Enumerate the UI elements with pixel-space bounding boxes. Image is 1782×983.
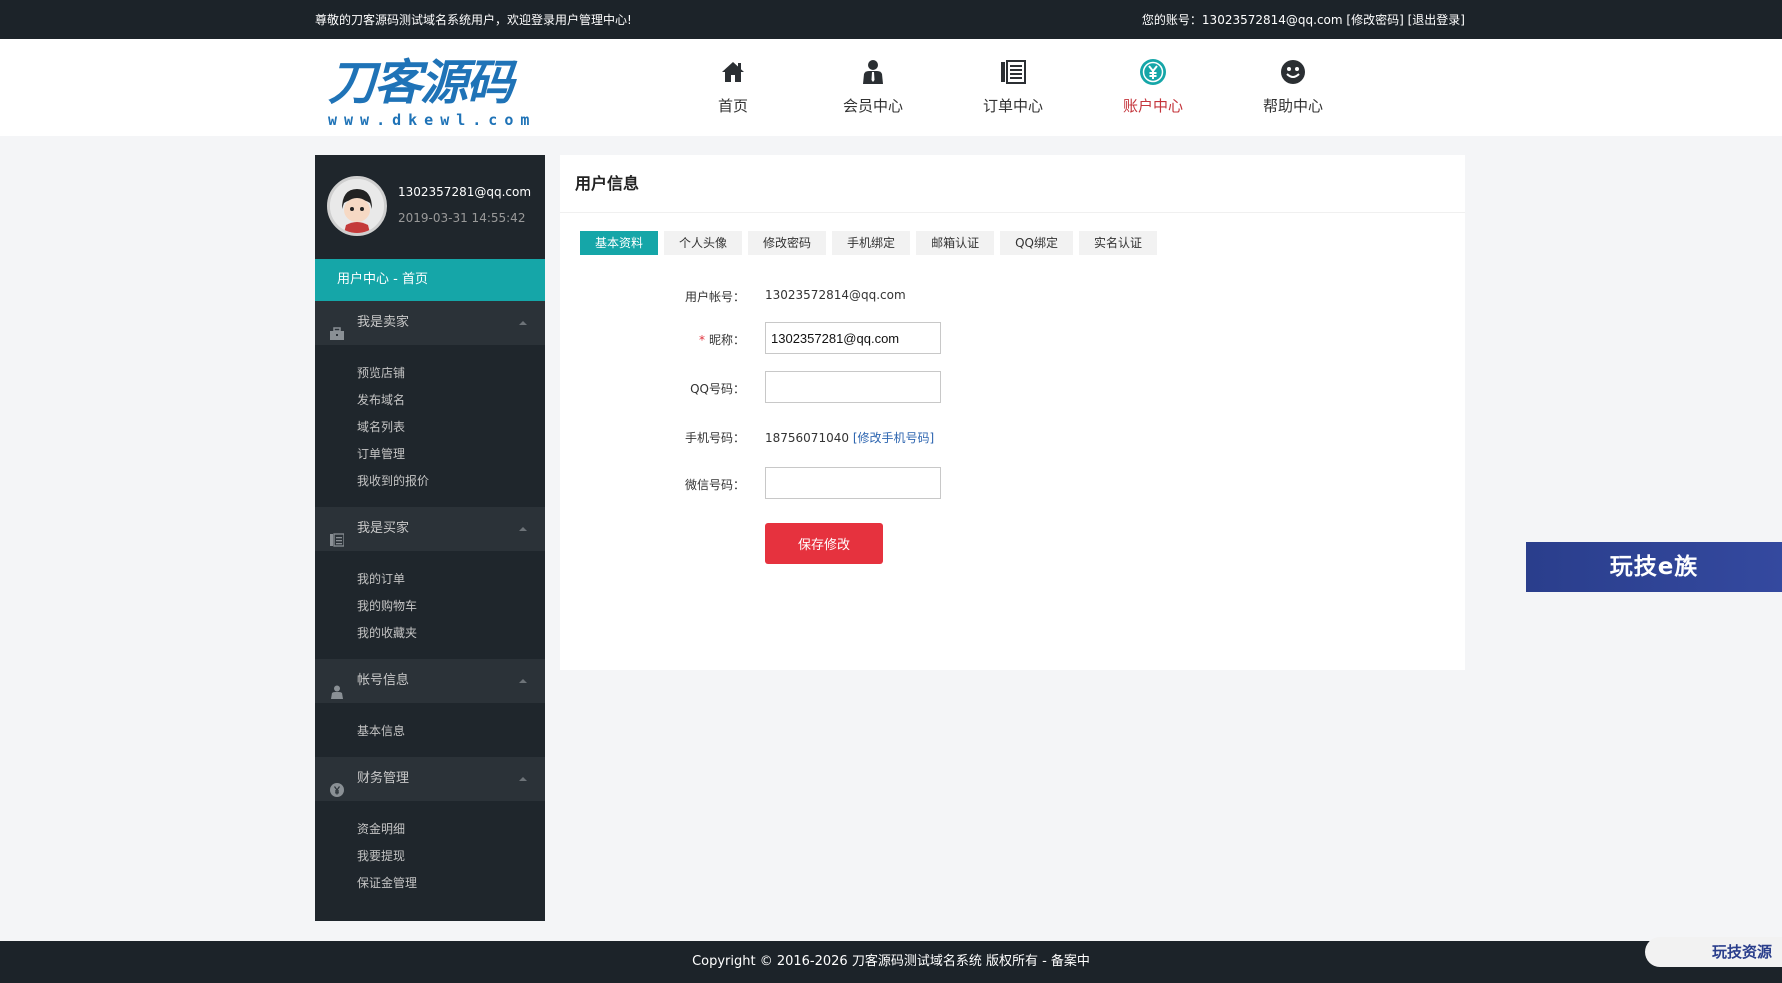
welcome-text: 尊敬的刀客源码测试域名系统用户，欢迎登录用户管理中心!: [315, 13, 632, 27]
yen-icon: [1083, 57, 1223, 87]
phone-value-wrap: 18756071040 [修改手机号码]: [765, 429, 934, 446]
tab-change-password[interactable]: 修改密码: [748, 231, 827, 255]
sidebar-group-finance[interactable]: 财务管理: [315, 757, 545, 801]
sidebar-group-account[interactable]: 帐号信息: [315, 659, 545, 703]
user-login-time: 2019-03-31 14:55:42: [398, 211, 526, 225]
caret-up-icon: [519, 527, 527, 531]
sidebar-group-finance-label: 财务管理: [357, 771, 410, 786]
sidebar-group-buyer-items: 我的订单 我的购物车 我的收藏夹: [315, 551, 545, 659]
account-email: 13023572814@qq.com: [1201, 13, 1343, 27]
nav-order-label: 订单中心: [982, 97, 1043, 115]
sidebar-item-fund-details[interactable]: 资金明细: [315, 816, 545, 843]
nickname-label: * 昵称：: [698, 333, 745, 347]
nickname-input[interactable]: [765, 322, 941, 354]
sidebar-group-seller[interactable]: 我是卖家: [315, 301, 545, 345]
account-prefix: 您的账号：: [1141, 13, 1202, 27]
sidebar-group-finance-items: 资金明细 我要提现 保证金管理: [315, 801, 545, 909]
account-value: 13023572814@qq.com: [765, 288, 906, 302]
user-icon: [330, 674, 344, 699]
sidebar-item-order-manage[interactable]: 订单管理: [315, 441, 545, 468]
user-card: 1302357281@qq.com 2019-03-31 14:55:42: [315, 155, 545, 259]
sidebar-item-publish-domain[interactable]: 发布域名: [315, 387, 545, 414]
main-nav: 首页 会员中心 订单中心 账户中心 帮助中心: [663, 57, 1363, 117]
sidebar: 1302357281@qq.com 2019-03-31 14:55:42 用户…: [315, 155, 545, 921]
corner-badge[interactable]: 玩技资源: [1645, 937, 1782, 967]
top-bar: 尊敬的刀客源码测试域名系统用户，欢迎登录用户管理中心! 您的账号：1302357…: [0, 0, 1782, 39]
briefcase-icon: [330, 316, 344, 340]
tab-basic-profile[interactable]: 基本资料: [580, 231, 659, 255]
change-password-link[interactable]: [修改密码]: [1346, 13, 1403, 27]
logo-sub-text: www.dkewl.com: [328, 111, 537, 129]
qq-label: QQ号码：: [690, 382, 745, 396]
avatar[interactable]: [327, 176, 387, 236]
logout-link[interactable]: [退出登录]: [1408, 13, 1465, 27]
wechat-input[interactable]: [765, 467, 941, 499]
user-name: 1302357281@qq.com: [398, 185, 532, 199]
sidebar-item-my-orders[interactable]: 我的订单: [315, 566, 545, 593]
site-logo[interactable]: 刀客源码 www.dkewl.com: [328, 57, 530, 135]
required-asterisk: *: [698, 333, 705, 347]
sidebar-group-buyer-label: 我是买家: [357, 521, 410, 536]
change-phone-link[interactable]: [修改手机号码]: [853, 431, 934, 445]
nav-help-label: 帮助中心: [1262, 97, 1323, 115]
sidebar-group-account-label: 帐号信息: [357, 673, 410, 688]
caret-up-icon: [519, 679, 527, 683]
member-icon: [803, 57, 943, 87]
save-button[interactable]: 保存修改: [765, 523, 883, 564]
tab-qq-binding[interactable]: QQ绑定: [1000, 231, 1073, 255]
smiley-icon: [1223, 57, 1363, 87]
nav-order[interactable]: 订单中心: [943, 57, 1083, 117]
sidebar-item-my-cart[interactable]: 我的购物车: [315, 593, 545, 620]
account-info: 您的账号：13023572814@qq.com [修改密码] [退出登录]: [1142, 11, 1465, 28]
user-center-home-link[interactable]: 用户中心 - 首页: [315, 259, 545, 301]
wechat-row: 微信号码：: [560, 467, 1465, 499]
floating-ad-banner[interactable]: 玩技e族: [1526, 542, 1782, 592]
sidebar-item-received-quotes[interactable]: 我收到的报价: [315, 468, 545, 495]
yen-icon: [330, 772, 344, 797]
qq-row: QQ号码：: [560, 371, 1465, 403]
wechat-label: 微信号码：: [684, 478, 745, 492]
nav-account[interactable]: 账户中心: [1083, 57, 1223, 117]
nickname-row: * 昵称：: [560, 322, 1465, 354]
sidebar-group-seller-items: 预览店铺 发布域名 域名列表 订单管理 我收到的报价: [315, 345, 545, 507]
sidebar-item-deposit-manage[interactable]: 保证金管理: [315, 870, 545, 897]
nav-help[interactable]: 帮助中心: [1223, 57, 1363, 117]
list-icon: [330, 522, 345, 547]
sidebar-item-domain-list[interactable]: 域名列表: [315, 414, 545, 441]
tab-phone-binding[interactable]: 手机绑定: [832, 231, 911, 255]
qq-input[interactable]: [765, 371, 941, 403]
nav-home-label: 首页: [717, 97, 748, 115]
sidebar-group-buyer[interactable]: 我是买家: [315, 507, 545, 551]
account-row: 用户帐号： 13023572814@qq.com: [560, 279, 1465, 311]
page-title: 用户信息: [560, 155, 1465, 213]
order-icon: [943, 57, 1083, 87]
nav-member[interactable]: 会员中心: [803, 57, 943, 117]
phone-value: 18756071040: [765, 431, 849, 445]
tab-avatar[interactable]: 个人头像: [664, 231, 743, 255]
nav-home[interactable]: 首页: [663, 57, 803, 117]
nav-member-label: 会员中心: [842, 97, 903, 115]
user-info-panel: 用户信息 基本资料 个人头像 修改密码 手机绑定 邮箱认证 QQ绑定 实名认证 …: [560, 155, 1465, 670]
header: 刀客源码 www.dkewl.com 首页 会员中心 订单中心 账户中心 帮助中…: [0, 39, 1782, 136]
phone-label: 手机号码：: [684, 431, 745, 445]
tab-realname-verify[interactable]: 实名认证: [1078, 231, 1157, 255]
phone-row: 手机号码： 18756071040 [修改手机号码]: [560, 420, 1465, 452]
nav-account-label: 账户中心: [1122, 97, 1183, 115]
home-icon: [663, 57, 803, 87]
info-tabs: 基本资料 个人头像 修改密码 手机绑定 邮箱认证 QQ绑定 实名认证: [580, 231, 1163, 255]
footer: Copyright © 2016-2026 刀客源码测试域名系统 版权所有 - …: [0, 941, 1782, 983]
sidebar-item-withdraw[interactable]: 我要提现: [315, 843, 545, 870]
caret-up-icon: [519, 777, 527, 781]
sidebar-group-account-items: 基本信息: [315, 703, 545, 757]
caret-up-icon: [519, 321, 527, 325]
sidebar-item-my-favorites[interactable]: 我的收藏夹: [315, 620, 545, 647]
sidebar-item-preview-shop[interactable]: 预览店铺: [315, 360, 545, 387]
sidebar-item-basic-info[interactable]: 基本信息: [315, 718, 545, 745]
logo-main-text: 刀客源码: [328, 55, 514, 111]
account-label: 用户帐号：: [684, 290, 745, 304]
sidebar-group-seller-label: 我是卖家: [357, 315, 410, 330]
tab-email-verify[interactable]: 邮箱认证: [916, 231, 995, 255]
